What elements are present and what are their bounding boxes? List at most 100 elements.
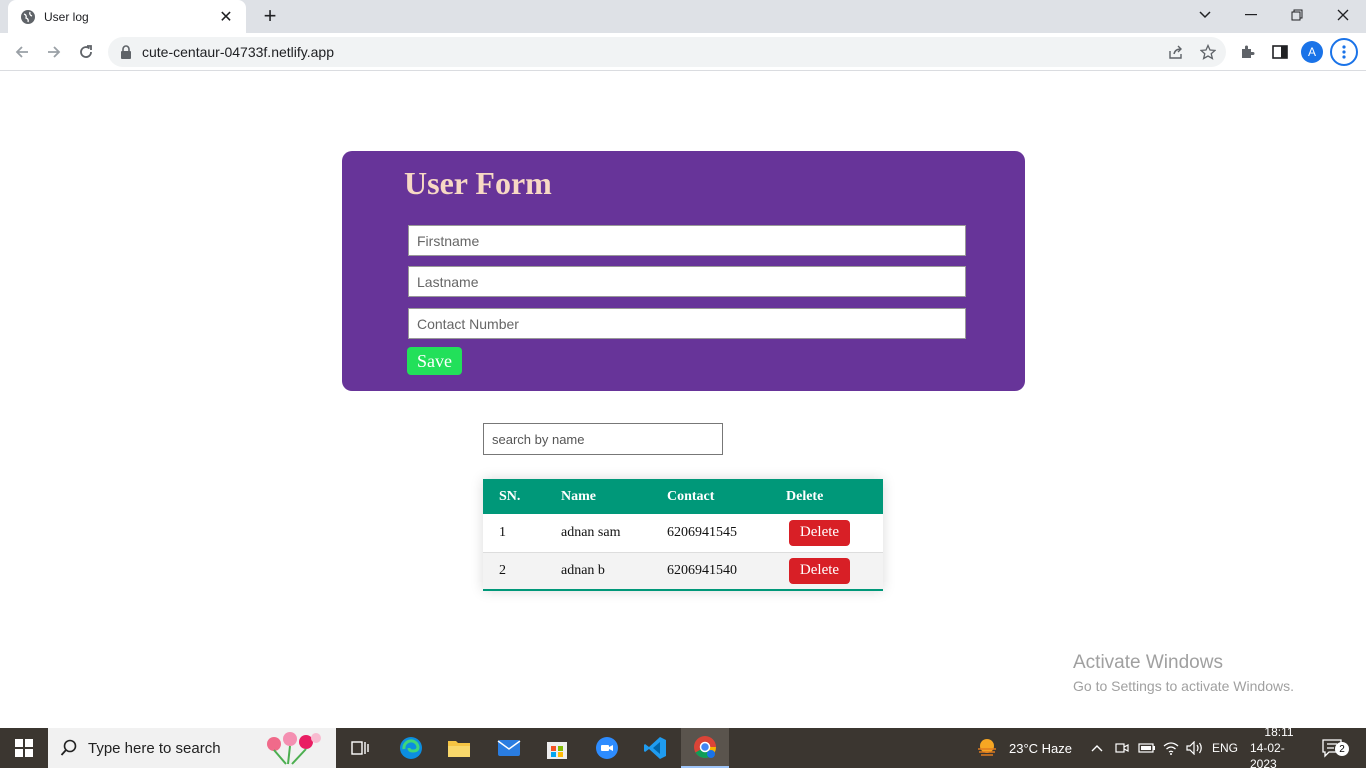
volume-icon[interactable] [1186, 728, 1204, 768]
edge-icon [400, 737, 422, 759]
close-tab-icon[interactable]: ✕ [218, 7, 234, 27]
close-icon [1337, 9, 1349, 21]
close-window-button[interactable] [1320, 0, 1366, 30]
tab-strip: User log ✕ + [0, 0, 1366, 33]
wifi-icon[interactable] [1163, 728, 1181, 768]
speaker-icon [1186, 741, 1202, 755]
new-tab-button[interactable]: + [258, 4, 282, 28]
more-vertical-icon [1342, 45, 1346, 59]
lock-icon [121, 45, 131, 59]
search-icon [60, 739, 77, 756]
vscode-icon [644, 737, 666, 759]
header-sn: SN. [483, 479, 561, 514]
mail-taskbar-button[interactable] [485, 728, 533, 768]
form-title: User Form [404, 165, 552, 201]
cell-action: Delete [786, 552, 883, 590]
taskbar-search-text: Type here to search [88, 739, 221, 757]
share-button[interactable] [1165, 41, 1187, 63]
cell-sn: 1 [499, 524, 506, 540]
cell-contact: 6206941540 [667, 552, 786, 590]
watermark-subtitle: Go to Settings to activate Windows. [1073, 678, 1294, 694]
weather-text: 23°C Haze [1009, 740, 1073, 756]
haze-weather-icon [978, 739, 996, 756]
activate-windows-watermark: Activate Windows Go to Settings to activ… [1073, 652, 1294, 694]
firstname-field[interactable] [408, 225, 966, 256]
header-name: Name [561, 479, 667, 514]
taskbar: Type here to search 23°C Haze ENG 18:11 … [0, 725, 1366, 771]
cell-action: Delete [786, 514, 883, 552]
user-form-card: User Form Save [342, 151, 1025, 391]
start-button[interactable] [0, 728, 48, 768]
camera-icon [1115, 743, 1129, 753]
reload-button[interactable] [73, 39, 99, 65]
battery-shape-icon [1138, 743, 1155, 753]
language-indicator[interactable]: ENG [1212, 728, 1238, 768]
browser-toolbar: cute-centaur-04733f.netlify.app [0, 33, 1366, 71]
lastname-field[interactable] [408, 266, 966, 297]
edge-taskbar-button[interactable] [387, 728, 435, 768]
arrow-right-icon [48, 46, 61, 58]
wifi-signal-icon [1163, 742, 1179, 755]
notification-center-button[interactable]: 2 [1322, 728, 1352, 768]
windows-logo-icon [15, 739, 33, 757]
tab-title: User log [44, 9, 89, 24]
back-button[interactable] [9, 39, 35, 65]
search-input[interactable] [483, 423, 723, 455]
star-icon [1200, 44, 1216, 60]
arrow-left-icon [15, 46, 28, 58]
contact-number-field[interactable] [408, 308, 966, 339]
watermark-title: Activate Windows [1073, 652, 1223, 673]
table-header-row: SN. Name Contact Delete [483, 479, 883, 514]
store-icon [547, 742, 567, 759]
file-explorer-taskbar-button[interactable] [435, 728, 483, 768]
header-delete: Delete [786, 479, 883, 514]
extensions-button[interactable] [1237, 41, 1259, 63]
task-view-button[interactable] [336, 728, 384, 768]
meet-now-icon[interactable] [1115, 728, 1131, 768]
cell-name: adnan sam [561, 524, 621, 540]
minimize-button[interactable] [1228, 0, 1274, 30]
chevron-down-icon [1199, 11, 1211, 19]
weather-widget[interactable]: 23°C Haze [975, 728, 1072, 768]
vscode-taskbar-button[interactable] [631, 728, 679, 768]
share-icon [1169, 45, 1182, 59]
clock-date: 14-02-2023 [1250, 741, 1285, 771]
globe-icon [21, 9, 35, 24]
taskbar-search-box[interactable]: Type here to search [48, 728, 336, 768]
task-view-icon [351, 741, 369, 755]
store-taskbar-button[interactable] [533, 728, 581, 768]
browser-tab[interactable]: User log ✕ [8, 0, 246, 33]
table-row: 1 adnan sam 6206941545 Delete [483, 514, 883, 552]
delete-button[interactable]: Delete [789, 519, 850, 546]
minimize-icon [1245, 14, 1257, 16]
address-bar[interactable]: cute-centaur-04733f.netlify.app [108, 37, 1226, 67]
restore-icon [1291, 9, 1303, 21]
clock[interactable]: 18:11 14-02-2023 [1250, 725, 1308, 771]
side-panel-button[interactable] [1269, 41, 1291, 63]
folder-icon [448, 741, 470, 757]
bookmark-button[interactable] [1197, 41, 1219, 63]
battery-icon[interactable] [1138, 728, 1156, 768]
restore-button[interactable] [1274, 0, 1320, 30]
chevron-up-icon [1091, 745, 1103, 752]
url-text: cute-centaur-04733f.netlify.app [142, 44, 334, 60]
profile-avatar[interactable]: A [1301, 41, 1323, 63]
mail-icon [497, 740, 521, 756]
cell-name: adnan b [561, 552, 667, 590]
forward-button[interactable] [41, 39, 67, 65]
notification-count-badge: 2 [1335, 742, 1349, 756]
delete-button[interactable]: Delete [789, 557, 850, 584]
tab-search-button[interactable] [1182, 0, 1228, 30]
chrome-taskbar-button[interactable] [681, 728, 729, 768]
side-panel-icon [1272, 45, 1288, 59]
show-hidden-icons-button[interactable] [1091, 728, 1105, 768]
save-button[interactable]: Save [407, 347, 462, 375]
zoom-icon [596, 737, 618, 759]
cell-contact: 6206941545 [667, 524, 737, 540]
chrome-icon [694, 736, 716, 758]
browser-menu-button[interactable] [1330, 38, 1358, 66]
header-contact: Contact [667, 479, 786, 514]
flowers-icon [267, 732, 321, 765]
clock-time: 18:11 [1264, 725, 1294, 739]
zoom-taskbar-button[interactable] [583, 728, 631, 768]
